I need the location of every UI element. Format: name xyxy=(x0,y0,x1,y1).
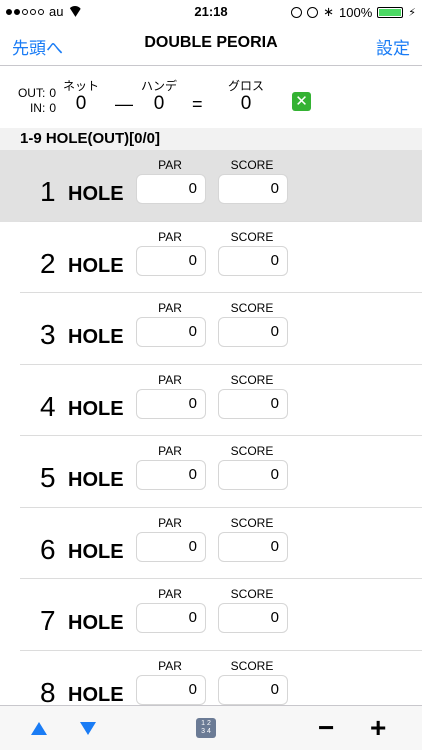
keypad-icon[interactable]: 1 2 3 4 xyxy=(196,718,216,738)
page-title: DOUBLE PEORIA xyxy=(144,34,278,51)
hole-label: HOLE xyxy=(68,254,124,277)
charging-icon: ⚡ xyxy=(408,6,416,19)
par-field[interactable]: 0 xyxy=(136,674,206,705)
hole-label: HOLE xyxy=(68,397,124,420)
score-label: SCORE xyxy=(230,515,274,530)
score-label: SCORE xyxy=(230,444,274,458)
hole-number: 2 xyxy=(40,247,56,279)
hole-list: 1 HOLE PAR SCORE 0 0 2 HOLE PAR SCORE 0 0 3 HOLE PAR SC… xyxy=(0,150,422,722)
net-label: ネット xyxy=(62,79,99,93)
score-label: SCORE xyxy=(230,158,274,172)
hole-label: HOLE xyxy=(68,326,124,348)
score-label: SCORE xyxy=(230,301,274,315)
hole-row[interactable]: 7 HOLE PAR SCORE 0 0 xyxy=(0,579,422,651)
score-label: SCORE xyxy=(230,587,274,601)
par-field[interactable]: 0 xyxy=(136,317,206,347)
battery-icon xyxy=(377,6,404,18)
score-label: SCORE xyxy=(230,658,274,673)
hole-number: 3 xyxy=(40,319,56,350)
battery-percent: 100% xyxy=(339,4,373,20)
navigation-bar: 先頭へ DOUBLE PEORIA 設定 xyxy=(0,22,422,66)
status-bar: au 21:18 ∗ 100% ⚡ xyxy=(0,0,422,22)
score-field[interactable]: 0 xyxy=(218,460,288,490)
hole-number: 4 xyxy=(40,390,56,422)
hole-number: 7 xyxy=(40,605,56,636)
bluetooth-icon: ∗ xyxy=(323,4,335,19)
score-field[interactable]: 0 xyxy=(218,531,288,562)
par-field[interactable]: 0 xyxy=(136,388,206,419)
score-field[interactable]: 0 xyxy=(218,603,288,633)
par-label: PAR xyxy=(158,587,182,601)
par-field[interactable]: 0 xyxy=(136,460,206,490)
in-label: IN: xyxy=(29,101,46,115)
gross-column: グロス 0 xyxy=(216,77,276,115)
section-header: 1-9 HOLE(OUT)[0/0] xyxy=(0,128,422,150)
bottom-toolbar: 1 2 3 4 − + xyxy=(0,705,422,750)
net-column: ネット 0 xyxy=(51,77,111,115)
clear-x-icon[interactable]: ✕ xyxy=(292,92,311,111)
hole-row[interactable]: 2 HOLE PAR SCORE 0 0 xyxy=(0,222,422,293)
handicap-column: ハンデ 0 xyxy=(129,77,189,115)
down-arrow-icon[interactable] xyxy=(80,722,96,735)
hole-number: 8 xyxy=(40,676,56,708)
gross-value: 0 xyxy=(240,93,252,114)
hole-label: HOLE xyxy=(68,612,124,634)
hole-row[interactable]: 1 HOLE PAR SCORE 0 0 xyxy=(0,150,422,222)
alarm-icon xyxy=(307,6,319,18)
keypad-glyph: 1 2 3 4 xyxy=(201,720,211,735)
handicap-value: 0 xyxy=(153,93,165,114)
hole-number: 1 xyxy=(40,176,56,207)
score-label: SCORE xyxy=(230,372,274,387)
score-field[interactable]: 0 xyxy=(218,174,288,204)
score-field[interactable]: 0 xyxy=(218,674,288,705)
hole-row[interactable]: 4 HOLE PAR SCORE 0 0 xyxy=(0,365,422,436)
net-value: 0 xyxy=(75,93,87,114)
par-label: PAR xyxy=(158,301,182,315)
hole-label: HOLE xyxy=(68,183,124,205)
par-label: PAR xyxy=(158,158,182,172)
par-label: PAR xyxy=(158,444,182,458)
gross-label: グロス xyxy=(227,79,264,93)
par-label: PAR xyxy=(158,372,182,387)
hole-label: HOLE xyxy=(68,469,124,491)
settings-button[interactable]: 設定 xyxy=(376,34,410,59)
rotation-lock-icon xyxy=(291,6,303,18)
par-field[interactable]: 0 xyxy=(136,603,206,633)
score-field[interactable]: 0 xyxy=(218,245,288,276)
up-arrow-icon[interactable] xyxy=(31,722,47,735)
status-right: ∗ 100% ⚡ xyxy=(291,4,416,20)
par-field[interactable]: 0 xyxy=(136,531,206,562)
score-label: SCORE xyxy=(230,229,274,244)
hole-label: HOLE xyxy=(68,540,124,563)
hole-row[interactable]: 6 HOLE PAR SCORE 0 0 xyxy=(0,508,422,579)
par-field[interactable]: 0 xyxy=(136,174,206,204)
hole-number: 5 xyxy=(40,462,56,493)
score-field[interactable]: 0 xyxy=(218,317,288,347)
out-label: OUT: xyxy=(17,86,46,100)
hole-row[interactable]: 3 HOLE PAR SCORE 0 0 xyxy=(0,293,422,365)
hole-row[interactable]: 5 HOLE PAR SCORE 0 0 xyxy=(0,436,422,508)
equals-sign: = xyxy=(192,94,203,114)
hole-label: HOLE xyxy=(68,683,124,706)
hole-number: 6 xyxy=(40,533,56,565)
plus-button[interactable]: + xyxy=(370,712,386,744)
handicap-label: ハンデ xyxy=(140,79,177,93)
minus-button[interactable]: − xyxy=(318,712,334,744)
par-label: PAR xyxy=(158,515,182,530)
out-in-totals: OUT: 0 IN: 0 xyxy=(6,86,56,116)
score-summary: OUT: 0 IN: 0 ネット 0 — ハンデ 0 = グロス 0 xyxy=(0,67,422,128)
par-field[interactable]: 0 xyxy=(136,245,206,276)
score-field[interactable]: 0 xyxy=(218,388,288,419)
par-label: PAR xyxy=(158,658,182,673)
par-label: PAR xyxy=(158,229,182,244)
